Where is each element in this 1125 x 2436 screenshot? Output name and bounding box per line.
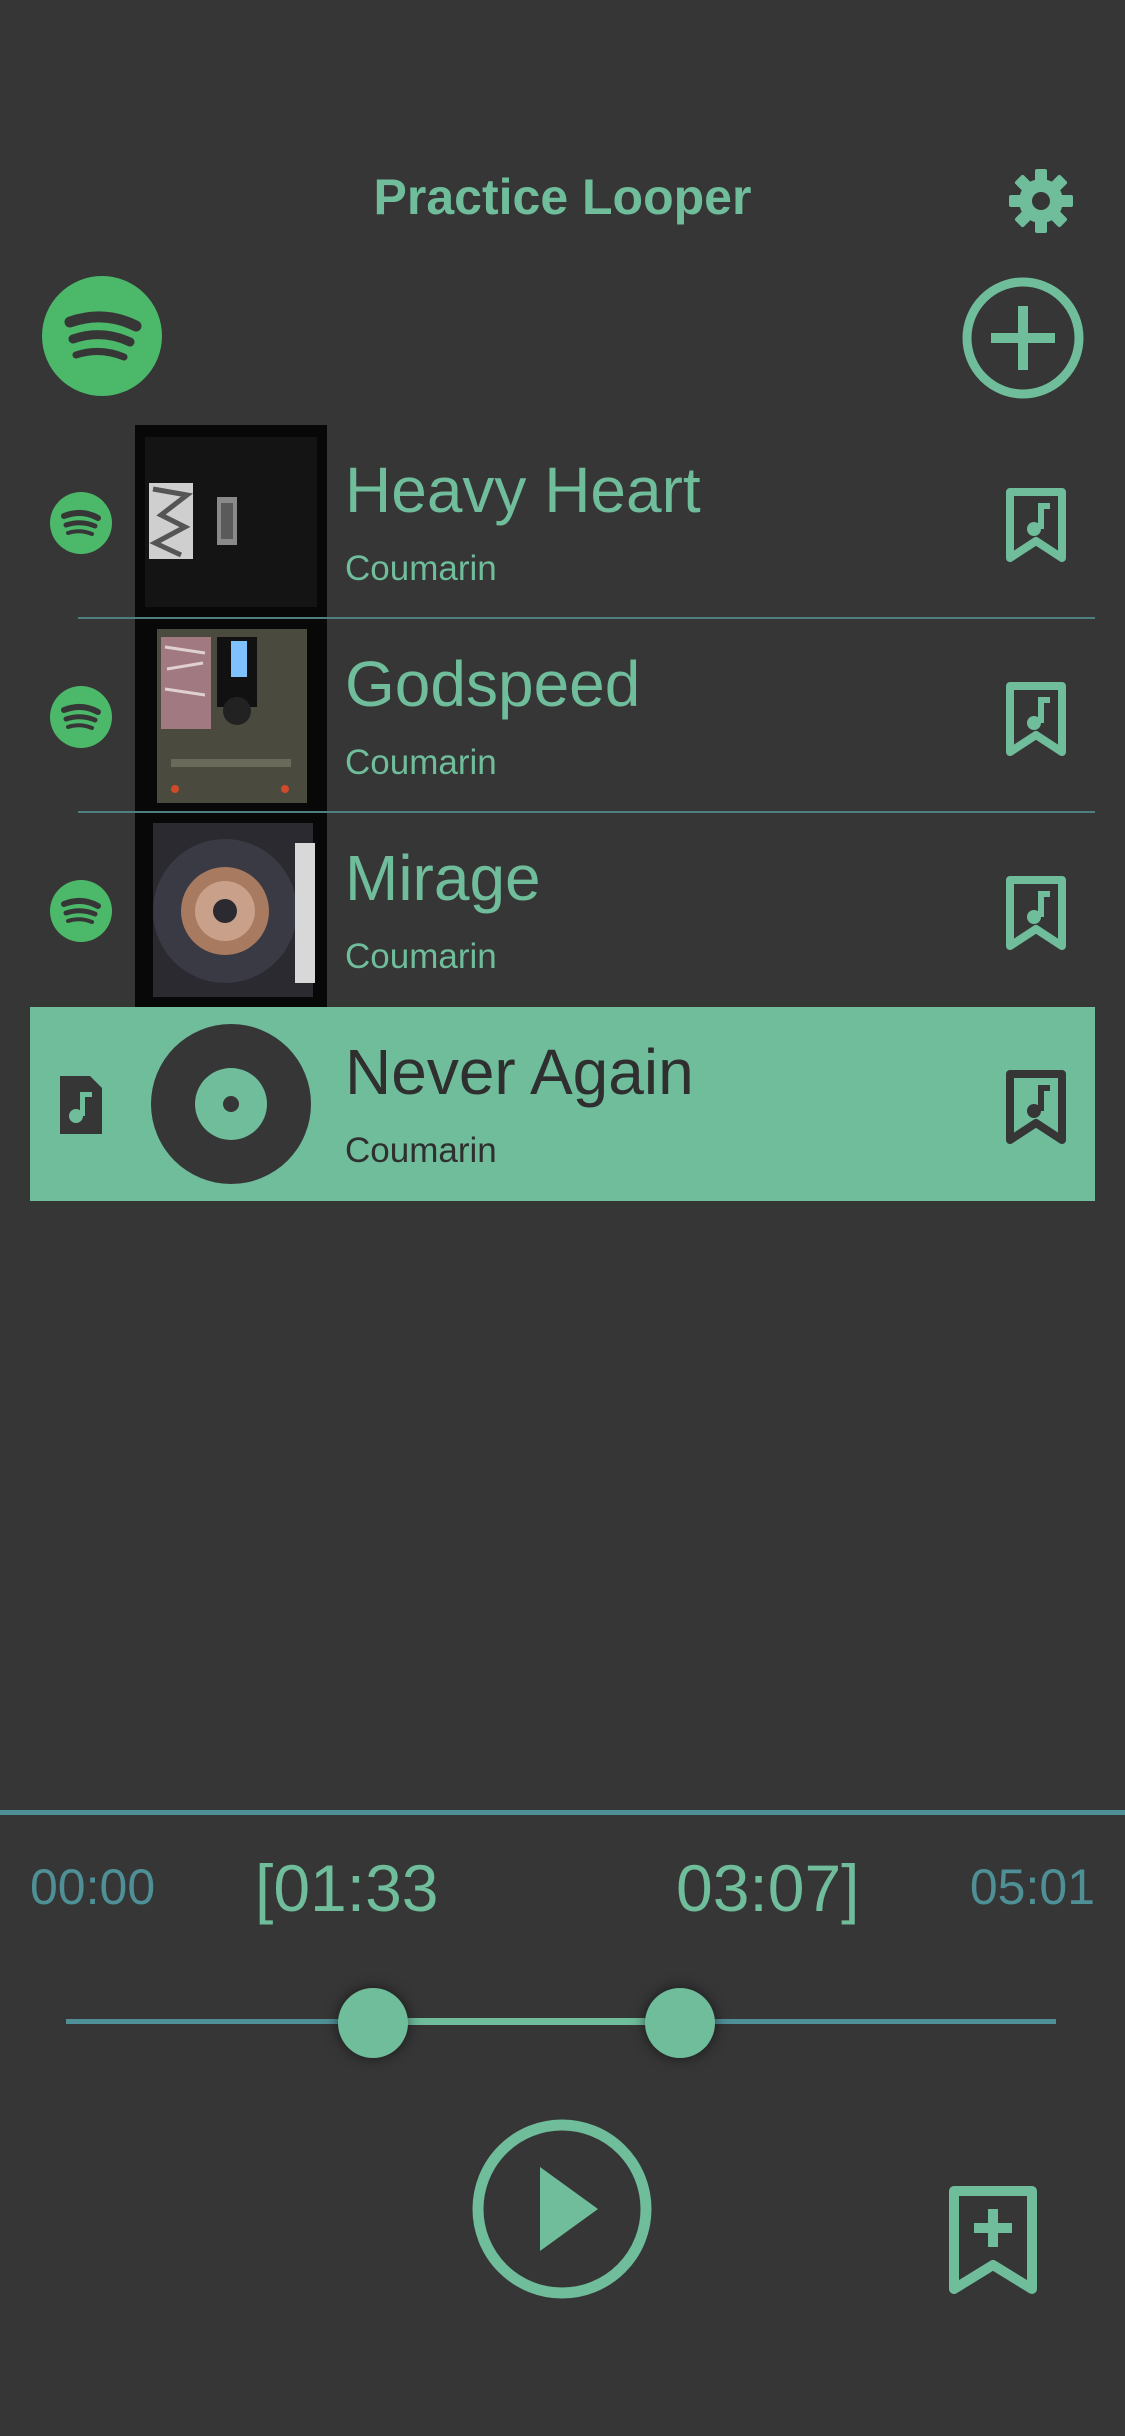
music-bookmark-icon bbox=[1006, 876, 1066, 950]
practice-looper-screen: Practice Looper Heavy Heart Coumarin God… bbox=[0, 0, 1125, 2436]
song-artist: Coumarin bbox=[345, 743, 497, 782]
gear-icon bbox=[1009, 169, 1073, 233]
music-file-icon bbox=[60, 1076, 102, 1134]
add-song-button[interactable] bbox=[961, 276, 1085, 400]
song-title: Mirage bbox=[345, 842, 541, 914]
disc-icon bbox=[151, 1024, 311, 1184]
spotify-icon bbox=[50, 880, 112, 942]
loop-range-fill bbox=[372, 2018, 680, 2025]
loop-end-handle[interactable] bbox=[644, 1988, 715, 2058]
loop-end-time[interactable]: 03:07] bbox=[676, 1850, 860, 1926]
plus-circle-icon bbox=[962, 277, 1084, 399]
spotify-icon bbox=[64, 311, 142, 361]
song-row[interactable]: Heavy Heart Coumarin bbox=[0, 425, 1125, 619]
spotify-button[interactable] bbox=[42, 276, 162, 396]
bookmark-plus-icon bbox=[949, 2186, 1037, 2294]
album-cover-art bbox=[135, 425, 327, 619]
loop-start-time[interactable]: [01:33 bbox=[255, 1850, 439, 1926]
song-bookmark-button[interactable] bbox=[1005, 681, 1067, 757]
add-bookmark-button[interactable] bbox=[948, 2185, 1038, 2295]
music-bookmark-icon bbox=[1006, 1070, 1066, 1144]
music-bookmark-icon bbox=[1006, 488, 1066, 562]
spotify-icon bbox=[50, 492, 112, 554]
song-title: Godspeed bbox=[345, 648, 641, 720]
song-artist: Coumarin bbox=[345, 937, 497, 976]
album-cover-art bbox=[135, 619, 327, 813]
song-artist: Coumarin bbox=[345, 549, 497, 588]
album-cover bbox=[135, 619, 327, 813]
play-icon bbox=[472, 2119, 652, 2299]
player-divider bbox=[0, 1810, 1125, 1815]
song-bookmark-button[interactable] bbox=[1005, 487, 1067, 563]
song-row-selected[interactable]: Never Again Coumarin bbox=[30, 1007, 1095, 1201]
song-title: Heavy Heart bbox=[345, 454, 701, 526]
album-cover bbox=[135, 425, 327, 619]
app-title: Practice Looper bbox=[373, 169, 752, 225]
loop-start-handle[interactable] bbox=[337, 1988, 408, 2058]
song-list: Heavy Heart Coumarin Godspeed Coumarin M… bbox=[0, 425, 1125, 1201]
song-bookmark-button[interactable] bbox=[1005, 1069, 1067, 1145]
album-cover-placeholder bbox=[135, 1007, 327, 1201]
album-cover-art bbox=[135, 813, 327, 1007]
track-duration: 05:01 bbox=[969, 1859, 1095, 1915]
song-bookmark-button[interactable] bbox=[1005, 875, 1067, 951]
music-bookmark-icon bbox=[1006, 682, 1066, 756]
settings-button[interactable] bbox=[1005, 165, 1077, 237]
song-title: Never Again bbox=[345, 1036, 694, 1108]
spotify-icon bbox=[50, 686, 112, 748]
current-position: 00:00 bbox=[30, 1859, 156, 1915]
song-row[interactable]: Mirage Coumarin bbox=[0, 813, 1125, 1007]
song-artist: Coumarin bbox=[345, 1131, 497, 1170]
song-row[interactable]: Godspeed Coumarin bbox=[0, 619, 1125, 813]
album-cover bbox=[135, 813, 327, 1007]
play-button[interactable] bbox=[470, 2117, 654, 2301]
